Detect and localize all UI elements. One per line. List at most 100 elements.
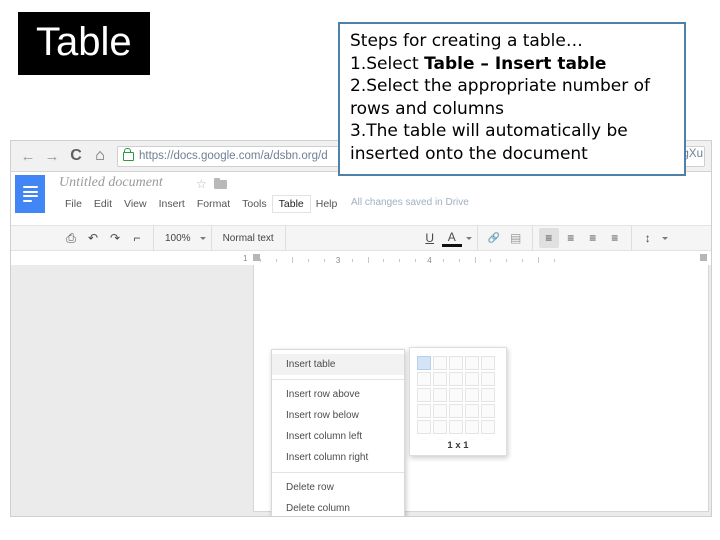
- chevron-down-icon-color[interactable]: [465, 236, 472, 240]
- ruler-number-1: 1: [243, 254, 248, 263]
- grid-row: [416, 355, 500, 371]
- ruler-marks: 3 4: [253, 255, 707, 265]
- grid-cell[interactable]: [481, 372, 495, 386]
- undo-icon[interactable]: ↶: [83, 228, 103, 248]
- formatting-toolbar: ⎙ ↶ ↷ ⌐ 100% Normal text U A 🔗 ▤ ≡ ≡ ≡ ≡: [11, 225, 711, 251]
- toolbar-group-style[interactable]: Normal text: [212, 226, 286, 250]
- home-icon[interactable]: ⌂: [89, 145, 111, 167]
- grid-cell[interactable]: [417, 420, 431, 434]
- align-left-icon[interactable]: ≡: [538, 228, 559, 248]
- right-indent-marker[interactable]: [700, 254, 707, 261]
- menu-item-edit[interactable]: Edit: [88, 196, 118, 212]
- grid-cell[interactable]: [433, 372, 447, 386]
- toolbar-group-history: ⎙ ↶ ↷ ⌐: [55, 226, 154, 250]
- link-icon[interactable]: 🔗: [484, 228, 504, 248]
- grid-cell[interactable]: [465, 404, 479, 418]
- print-icon[interactable]: ⎙: [61, 228, 81, 248]
- grid-cell[interactable]: [433, 420, 447, 434]
- callout-line-4: 3.The table will automatically be insert…: [350, 121, 634, 165]
- grid-cell[interactable]: [417, 356, 431, 370]
- menu-item-tools[interactable]: Tools: [236, 196, 273, 212]
- redo-icon[interactable]: ↷: [105, 228, 125, 248]
- text-color-icon[interactable]: A: [441, 229, 462, 247]
- chevron-down-icon-spacing[interactable]: [661, 236, 668, 240]
- menu-option-insert-table[interactable]: Insert table: [272, 354, 404, 375]
- browser-screenshot: ← → C ⌂ https://docs.google.com/a/dsbn.o…: [10, 140, 712, 517]
- url-text: https://docs.google.com/a/dsbn.org/d: [139, 150, 328, 162]
- menu-option-delete-row[interactable]: Delete row: [272, 477, 404, 498]
- menu-item-insert[interactable]: Insert: [153, 196, 191, 212]
- grid-cell[interactable]: [433, 356, 447, 370]
- menu-separator: [272, 472, 404, 473]
- grid-row: [416, 387, 500, 403]
- grid-cell[interactable]: [449, 372, 463, 386]
- lock-icon: [123, 147, 134, 161]
- left-indent-marker[interactable]: [253, 254, 260, 261]
- toolbar-group-font-format: U A: [414, 226, 478, 250]
- align-justify-icon[interactable]: ≡: [605, 228, 625, 248]
- callout-line-3: 2.Select the appropriate number of rows …: [350, 76, 656, 119]
- grid-cell[interactable]: [481, 420, 495, 434]
- menu-option-insert-column-left[interactable]: Insert column left: [272, 426, 404, 447]
- grid-cell[interactable]: [465, 356, 479, 370]
- align-right-icon[interactable]: ≡: [583, 228, 603, 248]
- grid-cell[interactable]: [433, 404, 447, 418]
- grid-cell[interactable]: [465, 420, 479, 434]
- ruler-track[interactable]: 3 4: [253, 251, 707, 265]
- menu-item-file[interactable]: File: [59, 196, 88, 212]
- underline-icon[interactable]: U: [420, 228, 440, 248]
- back-icon[interactable]: ←: [17, 145, 39, 167]
- menu-separator: [272, 379, 404, 380]
- folder-icon[interactable]: [214, 177, 227, 189]
- align-center-icon[interactable]: ≡: [561, 228, 581, 248]
- grid-cell[interactable]: [417, 372, 431, 386]
- toolbar-group-spacing: ↕: [632, 226, 673, 250]
- page-title: Table: [18, 12, 150, 75]
- grid-row: [416, 371, 500, 387]
- grid-cell[interactable]: [449, 404, 463, 418]
- menu-option-insert-column-right[interactable]: Insert column right: [272, 447, 404, 468]
- ruler-number-3: 3: [335, 255, 341, 265]
- menu-bar: File Edit View Insert Format Tools Table…: [59, 195, 343, 213]
- forward-icon[interactable]: →: [41, 145, 63, 167]
- menu-option-delete-column[interactable]: Delete column: [272, 498, 404, 516]
- paint-format-icon[interactable]: ⌐: [127, 228, 147, 248]
- callout-line-2-text: 1.Select: [350, 53, 425, 74]
- callout-line-2-bold: Table – Insert table: [424, 53, 607, 74]
- grid-cell[interactable]: [449, 420, 463, 434]
- comment-icon[interactable]: ▤: [506, 228, 526, 248]
- grid-cell[interactable]: [465, 372, 479, 386]
- grid-cell[interactable]: [481, 388, 495, 402]
- grid-cell[interactable]: [433, 388, 447, 402]
- star-icon[interactable]: ☆: [196, 177, 207, 191]
- grid-cell[interactable]: [465, 388, 479, 402]
- toolbar-group-insert: 🔗 ▤: [478, 226, 533, 250]
- menu-item-view[interactable]: View: [118, 196, 153, 212]
- reload-icon[interactable]: C: [65, 145, 87, 167]
- grid-cell[interactable]: [417, 404, 431, 418]
- grid-cell[interactable]: [449, 356, 463, 370]
- grid-rows: [416, 355, 500, 435]
- menu-item-format[interactable]: Format: [191, 196, 236, 212]
- toolbar-group-align: ≡ ≡ ≡ ≡: [533, 226, 632, 250]
- document-title[interactable]: Untitled document: [59, 175, 163, 191]
- table-size-picker[interactable]: 1 x 1: [409, 347, 507, 456]
- grid-cell[interactable]: [417, 388, 431, 402]
- table-menu-dropdown: Insert table Insert row above Insert row…: [271, 349, 405, 516]
- menu-option-insert-row-above[interactable]: Insert row above: [272, 384, 404, 405]
- line-spacing-icon[interactable]: ↕: [638, 228, 658, 248]
- menu-item-table[interactable]: Table: [272, 196, 310, 212]
- grid-size-label: 1 x 1: [447, 440, 469, 451]
- callout-line-1: Steps for creating a table…: [350, 31, 583, 51]
- callout-line-2: 1.Select Table – Insert table: [350, 53, 676, 76]
- zoom-level: 100%: [165, 232, 191, 244]
- menu-item-help[interactable]: Help: [310, 196, 344, 212]
- grid-cell[interactable]: [481, 404, 495, 418]
- google-docs-logo[interactable]: [15, 175, 45, 213]
- grid-cell[interactable]: [481, 356, 495, 370]
- menu-option-insert-row-below[interactable]: Insert row below: [272, 405, 404, 426]
- paragraph-style: Normal text: [222, 232, 274, 244]
- toolbar-group-zoom[interactable]: 100%: [154, 226, 212, 250]
- grid-row: [416, 403, 500, 419]
- grid-cell[interactable]: [449, 388, 463, 402]
